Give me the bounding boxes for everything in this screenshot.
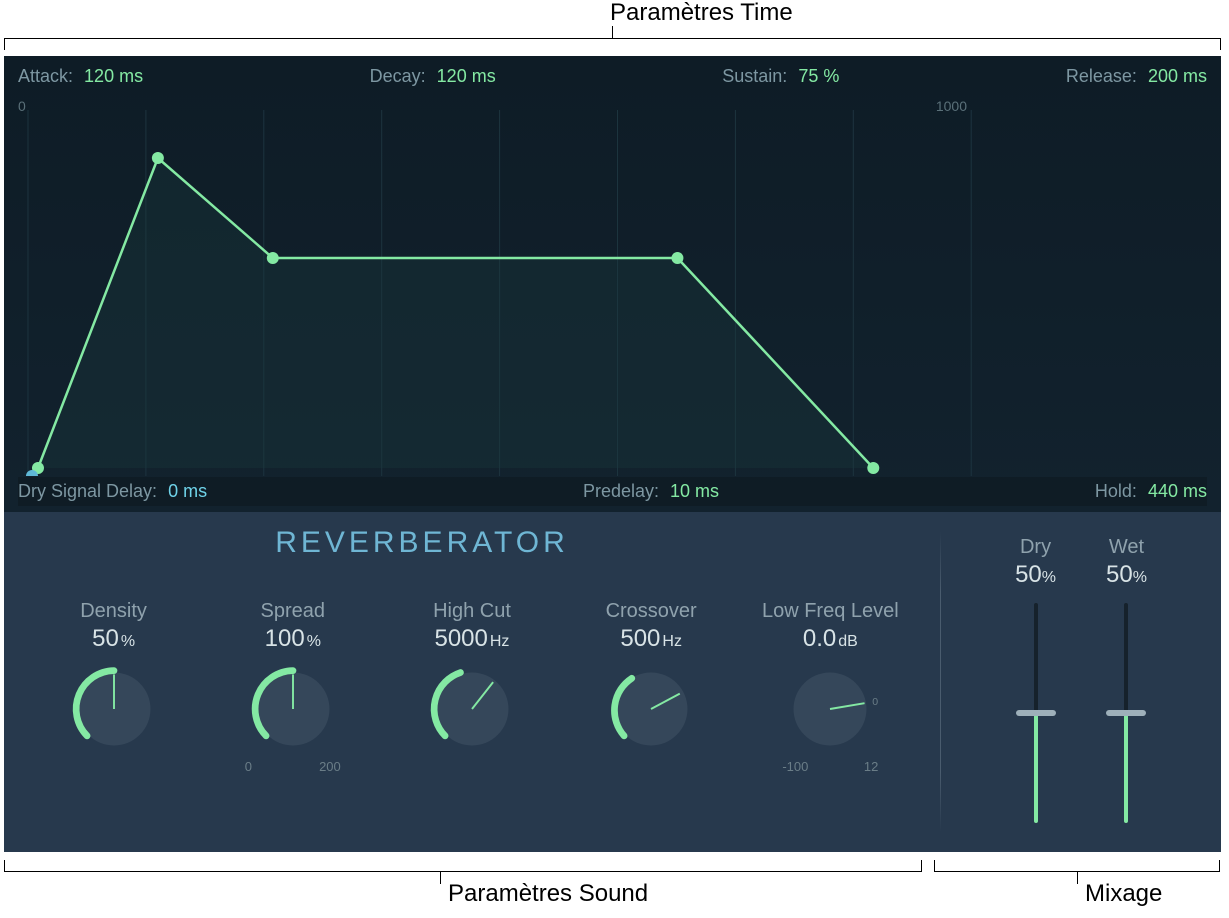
- dry-track: [1034, 603, 1038, 823]
- drydelay-value: 0 ms: [168, 481, 207, 501]
- release-value: 200 ms: [1148, 66, 1207, 86]
- plugin-window: Attack: 120 ms Decay: 120 ms Sustain: 75…: [4, 56, 1221, 852]
- lowfreq-label: Low Freq Level: [762, 600, 899, 623]
- axis-min: 0: [18, 98, 26, 114]
- density-label: Density: [80, 600, 147, 623]
- highcut-value: 5000Hz: [434, 625, 509, 653]
- spread-value: 100%: [265, 625, 321, 653]
- dry-value: 50%: [1015, 561, 1056, 589]
- hold-label: Hold:: [1095, 481, 1137, 501]
- predelay-value: 10 ms: [670, 481, 719, 501]
- bracket-bottom-right-tick: [1077, 872, 1078, 884]
- wet-fill: [1124, 713, 1128, 823]
- envelope-footer: Dry Signal Delay: 0 ms Predelay: 10 ms H…: [18, 477, 1207, 506]
- highcut-knob[interactable]: High Cut 5000Hz: [387, 600, 557, 774]
- decay-param[interactable]: Decay: 120 ms: [370, 66, 496, 87]
- dry-label: Dry: [1020, 536, 1051, 559]
- plugin-title: REVERBERATOR: [4, 526, 940, 560]
- spread-knob[interactable]: Spread 100% 0200: [208, 600, 378, 774]
- axis-max: 1000: [936, 98, 967, 114]
- annotation-time: Paramètres Time: [610, 0, 793, 27]
- bracket-top: [4, 38, 1221, 50]
- sustain-param[interactable]: Sustain: 75 %: [722, 66, 839, 87]
- svg-text:0: 0: [873, 696, 879, 708]
- lowfreq-ticks: -10012: [782, 759, 878, 774]
- crossover-label: Crossover: [606, 600, 697, 623]
- wet-value: 50%: [1106, 561, 1147, 589]
- release-param[interactable]: Release: 200 ms: [1066, 66, 1207, 87]
- dry-fader[interactable]: Dry 50%: [1015, 536, 1056, 852]
- lower-panel: REVERBERATOR Density 50% Spread: [4, 512, 1221, 852]
- bracket-bottom-left: [4, 860, 922, 872]
- knob-icon: [603, 661, 699, 757]
- dry-handle[interactable]: [1016, 710, 1056, 716]
- annotation-mix: Mixage: [1085, 880, 1162, 908]
- attack-param[interactable]: Attack: 120 ms: [18, 66, 143, 87]
- sustain-value: 75 %: [798, 66, 839, 86]
- hold-value: 440 ms: [1148, 481, 1207, 501]
- spread-ticks: 0200: [245, 759, 341, 774]
- release-label: Release:: [1066, 66, 1137, 86]
- knob-icon: [66, 661, 162, 757]
- predelay-param[interactable]: Predelay: 10 ms: [583, 481, 719, 502]
- dry-fill: [1034, 713, 1038, 823]
- sustain-label: Sustain:: [722, 66, 787, 86]
- annotation-sound: Paramètres Sound: [448, 880, 648, 908]
- crossover-value: 500Hz: [620, 625, 682, 653]
- wet-fader[interactable]: Wet 50%: [1106, 536, 1147, 852]
- density-knob[interactable]: Density 50%: [29, 600, 199, 774]
- decay-value: 120 ms: [437, 66, 496, 86]
- attack-value: 120 ms: [84, 66, 143, 86]
- bracket-top-tick: [612, 26, 613, 38]
- bracket-bottom-right: [934, 860, 1220, 872]
- knob-icon: [245, 661, 341, 757]
- envelope-header: Attack: 120 ms Decay: 120 ms Sustain: 75…: [4, 56, 1221, 87]
- decay-label: Decay:: [370, 66, 426, 86]
- crossover-knob[interactable]: Crossover 500Hz: [566, 600, 736, 774]
- attack-label: Attack:: [18, 66, 73, 86]
- hold-param[interactable]: Hold: 440 ms: [1095, 481, 1207, 502]
- highcut-label: High Cut: [433, 600, 511, 623]
- predelay-label: Predelay:: [583, 481, 659, 501]
- wet-track: [1124, 603, 1128, 823]
- wet-label: Wet: [1109, 536, 1144, 559]
- drydelay-param[interactable]: Dry Signal Delay: 0 ms: [18, 481, 207, 502]
- lowfreq-value: 0.0dB: [803, 625, 858, 653]
- knob-row: Density 50% Spread 100%: [4, 560, 940, 774]
- drydelay-label: Dry Signal Delay:: [18, 481, 157, 501]
- density-value: 50%: [92, 625, 135, 653]
- spread-label: Spread: [261, 600, 326, 623]
- wet-handle[interactable]: [1106, 710, 1146, 716]
- knob-icon: 0: [782, 661, 878, 757]
- envelope-graph[interactable]: 0 1000: [18, 98, 1207, 476]
- lowfreq-knob[interactable]: Low Freq Level 0.0dB 0 -10012: [745, 600, 915, 774]
- sound-section: REVERBERATOR Density 50% Spread: [4, 512, 940, 852]
- envelope-svg: [18, 98, 1207, 476]
- bracket-bottom-left-tick: [440, 872, 441, 884]
- knob-icon: [424, 661, 520, 757]
- mix-section: Dry 50% Wet 50%: [941, 512, 1221, 852]
- envelope-panel: Attack: 120 ms Decay: 120 ms Sustain: 75…: [4, 56, 1221, 512]
